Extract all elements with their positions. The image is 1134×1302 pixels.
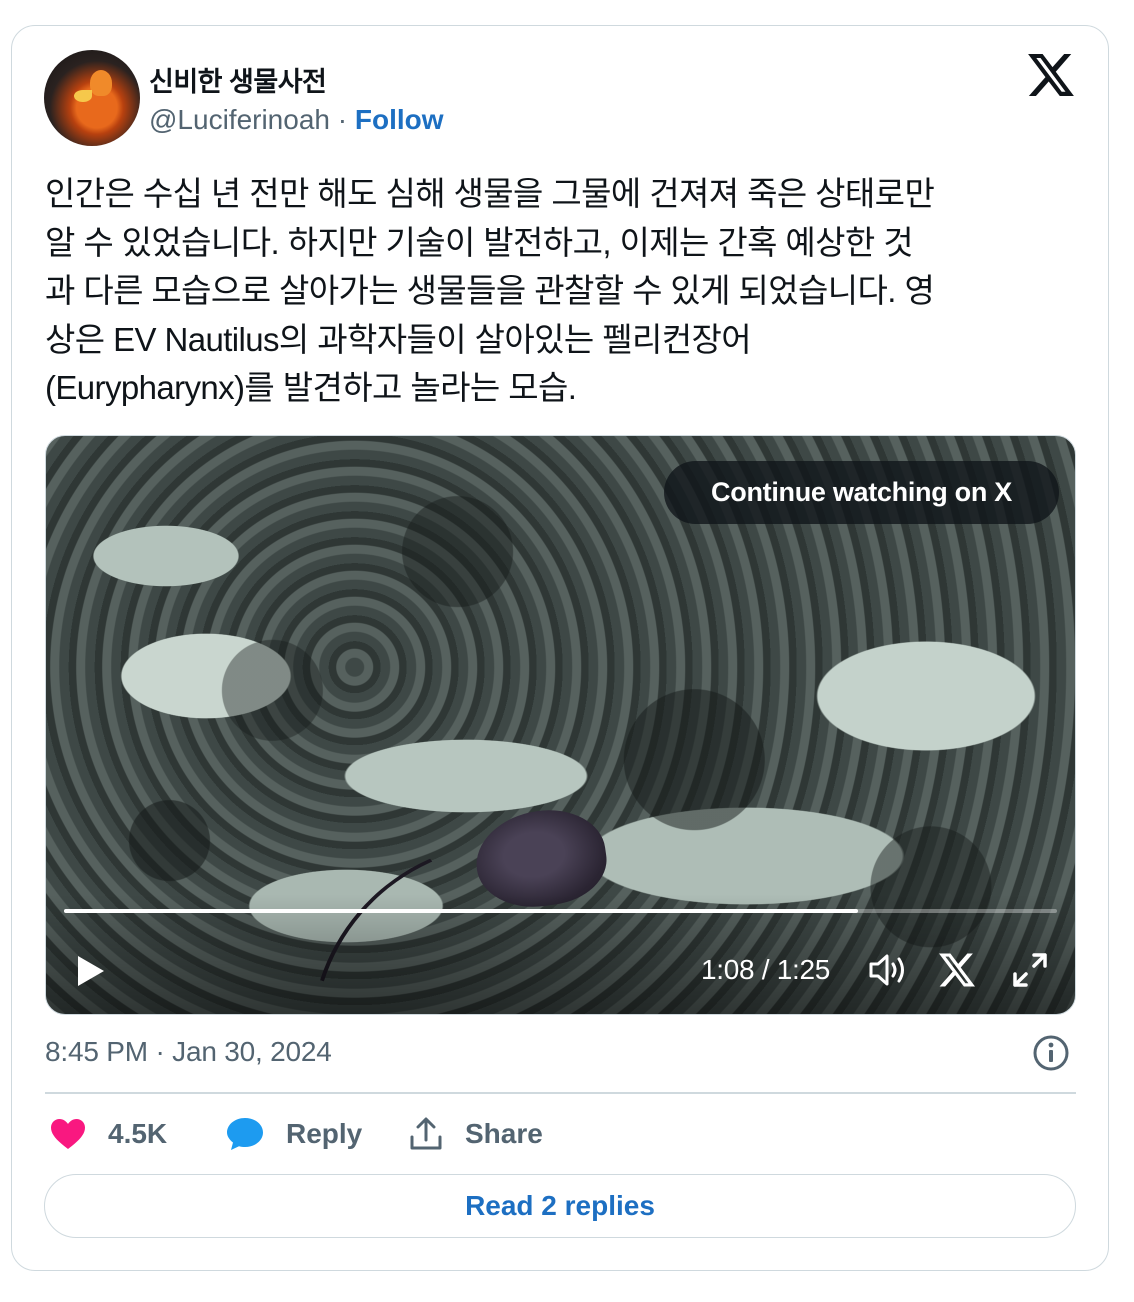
volume-icon[interactable] (868, 952, 908, 988)
x-logo-icon[interactable] (1028, 54, 1074, 96)
read-replies-button[interactable]: Read 2 replies (44, 1174, 1076, 1238)
video-progress-fill (64, 909, 859, 913)
tweet-text-line: 인간은 수십 년 전만 해도 심해 생물을 그물에 건져져 죽은 상태로만 (45, 175, 935, 212)
author-handle-row: @Luciferinoah · Follow (149, 104, 444, 136)
play-icon[interactable] (76, 954, 106, 988)
tweet-text-line: 알 수 있었습니다. 하지만 기술이 발전하고, 이제는 간혹 예상한 것 (45, 223, 914, 261)
reply-button[interactable]: Reply (226, 1114, 362, 1154)
share-button[interactable]: Share (409, 1114, 543, 1154)
heart-icon (51, 1119, 85, 1149)
speech-bubble-icon (227, 1118, 263, 1150)
tweet-timestamp[interactable]: 8:45 PM · Jan 30, 2024 (45, 1036, 332, 1068)
tweet-text: 인간은 수십 년 전만 해도 심해 생물을 그물에 건져져 죽은 상태로만 알 … (45, 170, 1085, 413)
follow-button[interactable]: Follow (355, 104, 444, 135)
handle-separator: · (329, 104, 355, 135)
info-icon[interactable] (1032, 1034, 1070, 1072)
tweet-text-line: 상은 EV Nautilus의 과학자들이 살아있는 펠리컨장어 (45, 320, 752, 358)
share-upload-icon (410, 1117, 442, 1150)
continue-watching-button[interactable]: Continue watching on X (664, 461, 1059, 524)
like-button[interactable]: 4.5K (50, 1114, 167, 1154)
video-progress-bar[interactable] (64, 909, 1057, 913)
avatar-bird-crest (90, 70, 112, 96)
share-label: Share (465, 1118, 543, 1149)
divider (45, 1092, 1076, 1094)
fullscreen-icon[interactable] (1012, 952, 1048, 988)
video-time-display: 1:08 / 1:25 (701, 954, 831, 985)
like-count: 4.5K (108, 1118, 168, 1149)
video-player[interactable]: Continue watching on X 1:08 / 1:25 (45, 435, 1076, 1015)
author-display-name[interactable]: 신비한 생물사전 (149, 60, 327, 99)
tweet-text-line: 과 다른 모습으로 살아가는 생물들을 관찰할 수 있게 되었습니다. 영 (45, 272, 935, 309)
tweet-text-line: (Eurypharynx)를 발견하고 놀라는 모습. (45, 369, 577, 406)
reply-label: Reply (286, 1118, 363, 1149)
avatar-bird-beak (74, 90, 92, 102)
author-avatar[interactable] (44, 50, 140, 146)
x-logo-icon[interactable] (939, 953, 975, 987)
author-handle[interactable]: @Luciferinoah (149, 104, 330, 135)
